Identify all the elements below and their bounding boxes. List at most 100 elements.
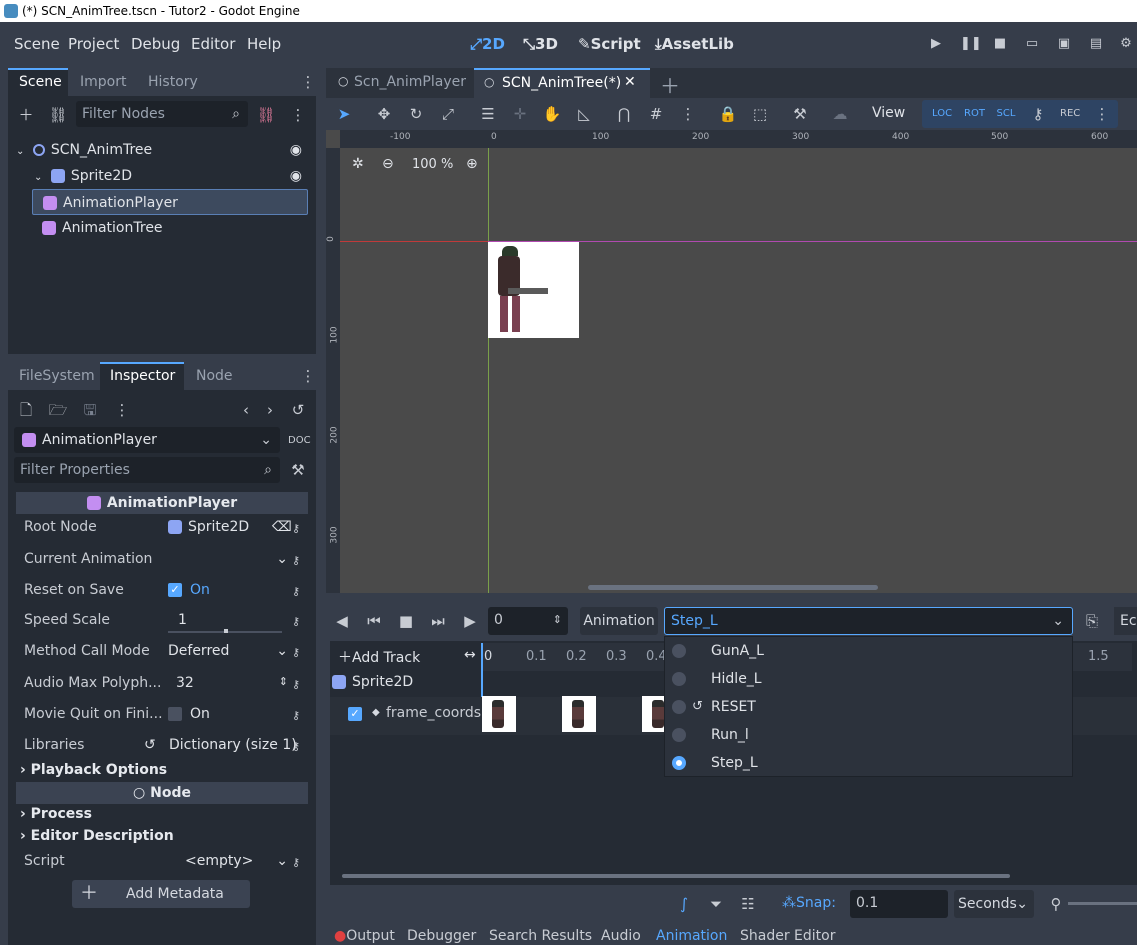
animation-time-input[interactable]: 0 ⇕ <box>488 607 568 635</box>
play-scene-icon[interactable]: ▣ <box>1056 36 1072 52</box>
move-tool-icon[interactable]: ✥ <box>374 104 394 124</box>
tab-inspector[interactable]: Inspector <box>110 368 175 384</box>
process-section[interactable]: › Process <box>20 806 92 822</box>
clear-icon[interactable]: ⌫ <box>272 519 292 535</box>
link-icon[interactable]: ⛓ <box>48 105 68 125</box>
fit-timeline-icon[interactable]: ↔ <box>464 647 476 663</box>
radio-hidle-l[interactable] <box>672 672 686 686</box>
ruler-tool-icon[interactable]: ◺ <box>574 104 594 124</box>
bottom-tab-output[interactable]: ●Output <box>334 928 395 944</box>
open-folder-icon[interactable]: 🗁 <box>48 400 68 420</box>
snap-menu-icon[interactable]: ⋮ <box>678 104 698 124</box>
open-docs-icon[interactable]: DOC <box>288 431 311 451</box>
radio-step-l[interactable] <box>672 756 686 770</box>
animation-menu-button[interactable]: Animation <box>580 607 658 635</box>
track-group-sprite2d[interactable]: Sprite2D <box>332 674 413 690</box>
play-icon[interactable]: ▶ <box>928 36 944 52</box>
track-enable-checkbox[interactable]: ✓ <box>348 707 362 721</box>
insert-location-key-icon[interactable]: LOC <box>932 104 952 124</box>
history-forward-icon[interactable]: › <box>260 400 280 420</box>
script-select[interactable]: <empty> ⌄ <box>185 853 288 869</box>
spinner-icon[interactable]: ⇕ <box>279 675 288 688</box>
key-icon[interactable]: ⚷ <box>292 856 300 869</box>
skeleton-icon[interactable]: ⚒ <box>790 104 810 124</box>
save-icon[interactable]: 🖫 <box>80 400 100 420</box>
tree-item-animationplayer[interactable]: AnimationPlayer <box>32 189 308 215</box>
stop-animation-icon[interactable]: ■ <box>396 611 416 631</box>
key-icon[interactable]: ⚷ <box>292 709 300 722</box>
grid-snap-icon[interactable]: # <box>646 104 666 124</box>
visibility-eye-icon[interactable]: ◉ <box>290 137 302 163</box>
play-backwards-from-end-icon[interactable]: ◀ <box>332 611 352 631</box>
tab-history[interactable]: History <box>148 74 198 90</box>
spinner-icon[interactable]: ⇕ <box>553 607 562 633</box>
close-tab-icon[interactable]: ✕ <box>624 74 636 90</box>
object-selector[interactable]: AnimationPlayer ⌄ <box>14 427 280 453</box>
movie-maker-icon[interactable]: ⚙ <box>1118 36 1134 52</box>
radio-gunA-l[interactable] <box>672 644 686 658</box>
zoom-timeline-icon[interactable]: ⚲ <box>1046 894 1066 914</box>
tab-scene[interactable]: Scene <box>19 74 62 90</box>
key-icon[interactable]: ⚷ <box>292 585 300 598</box>
movie-quit-checkbox[interactable]: On <box>168 706 210 722</box>
radio-run-l[interactable] <box>672 728 686 742</box>
particles-icon[interactable]: ☁ <box>830 104 850 124</box>
insert-key-icon[interactable]: ⚷ <box>1028 104 1048 124</box>
select-tool-icon[interactable]: ➤ <box>334 104 354 124</box>
lock-icon[interactable]: 🔒 <box>718 104 738 124</box>
stop-icon[interactable]: ■ <box>992 36 1008 52</box>
key-icon[interactable]: ⚷ <box>292 740 300 753</box>
track-horizontal-scrollbar[interactable] <box>342 874 1010 878</box>
reset-on-save-checkbox[interactable]: ✓ On <box>168 582 210 598</box>
zoom-out-icon[interactable]: ⊖ <box>382 156 394 172</box>
pan-tool-icon[interactable]: ✋ <box>542 104 562 124</box>
menu-editor[interactable]: Editor <box>191 35 235 53</box>
audio-max-polyphony-spinbox[interactable]: 32 ⇕ <box>176 675 288 691</box>
tree-item-animationtree[interactable]: AnimationTree <box>32 215 308 241</box>
list-select-icon[interactable]: ☰ <box>478 104 498 124</box>
timeline-zoom-slider[interactable] <box>1068 902 1137 905</box>
menu-project[interactable]: Project <box>68 35 119 53</box>
animation-key-menu-icon[interactable]: ⋮ <box>1092 104 1112 124</box>
scene-tab-scn-animtree[interactable]: ○ SCN_AnimTree(*) ✕ <box>474 68 650 98</box>
bottom-tab-search-results[interactable]: Search Results <box>489 928 592 944</box>
dropdown-item-step-l[interactable]: Step_L <box>711 755 758 771</box>
track-list-icon[interactable]: ☷ <box>738 894 758 914</box>
pause-icon[interactable]: ❚❚ <box>960 36 982 52</box>
filter-tracks-icon[interactable]: ⏷ <box>706 894 726 914</box>
visibility-eye-icon[interactable]: ◉ <box>290 163 302 189</box>
filter-properties-input[interactable]: Filter Properties ⌕ <box>14 457 280 483</box>
key-icon[interactable]: ⚷ <box>292 646 300 659</box>
play-animation-icon[interactable]: ▶ <box>460 611 480 631</box>
libraries-value[interactable]: Dictionary (size 1) <box>169 737 297 753</box>
bottom-tab-shader-editor[interactable]: Shader Editor <box>740 928 835 944</box>
add-metadata-button[interactable]: ＋ Add Metadata <box>72 880 250 908</box>
history-back-icon[interactable]: ‹ <box>236 400 256 420</box>
animation-select[interactable]: Step_L ⌄ <box>664 607 1073 635</box>
add-scene-tab-icon[interactable]: ＋ <box>660 70 680 99</box>
dropdown-item-reset[interactable]: RESET <box>711 699 756 715</box>
play-backwards-icon[interactable]: ⏮ <box>364 611 384 631</box>
snap-unit-select[interactable]: Seconds ⌄ <box>954 890 1034 918</box>
autoplay-icon[interactable]: ⎘ <box>1082 611 1102 631</box>
tab-import[interactable]: Import <box>80 74 126 90</box>
dock-menu-icon[interactable]: ⋮ <box>298 366 318 386</box>
insert-rotation-key-icon[interactable]: ROT <box>964 104 985 124</box>
revert-icon[interactable]: ↺ <box>144 737 156 753</box>
workspace-3d-button[interactable]: ⤡3D <box>523 35 558 53</box>
view-menu[interactable]: View <box>872 105 905 121</box>
dock-menu-icon[interactable]: ⋮ <box>298 72 318 92</box>
snap-toggle[interactable]: ⁂Snap: <box>782 895 836 911</box>
inspector-menu-icon[interactable]: ⋮ <box>112 400 132 420</box>
zoom-level[interactable]: 100 % <box>412 157 453 172</box>
add-node-icon[interactable]: ＋ <box>16 105 36 125</box>
playback-options-section[interactable]: › Playback Options <box>20 762 167 778</box>
menu-scene[interactable]: Scene <box>14 35 60 53</box>
scene-menu-icon[interactable]: ⋮ <box>288 105 308 125</box>
key-icon[interactable]: ⚷ <box>292 615 300 628</box>
bottom-tab-audio[interactable]: Audio <box>601 928 641 944</box>
menu-help[interactable]: Help <box>247 35 281 53</box>
collapse-arrow-icon[interactable]: ⌄ <box>16 146 24 157</box>
insert-scale-key-icon[interactable]: SCL <box>996 104 1016 124</box>
edit-menu-button[interactable]: Ec <box>1114 607 1137 635</box>
